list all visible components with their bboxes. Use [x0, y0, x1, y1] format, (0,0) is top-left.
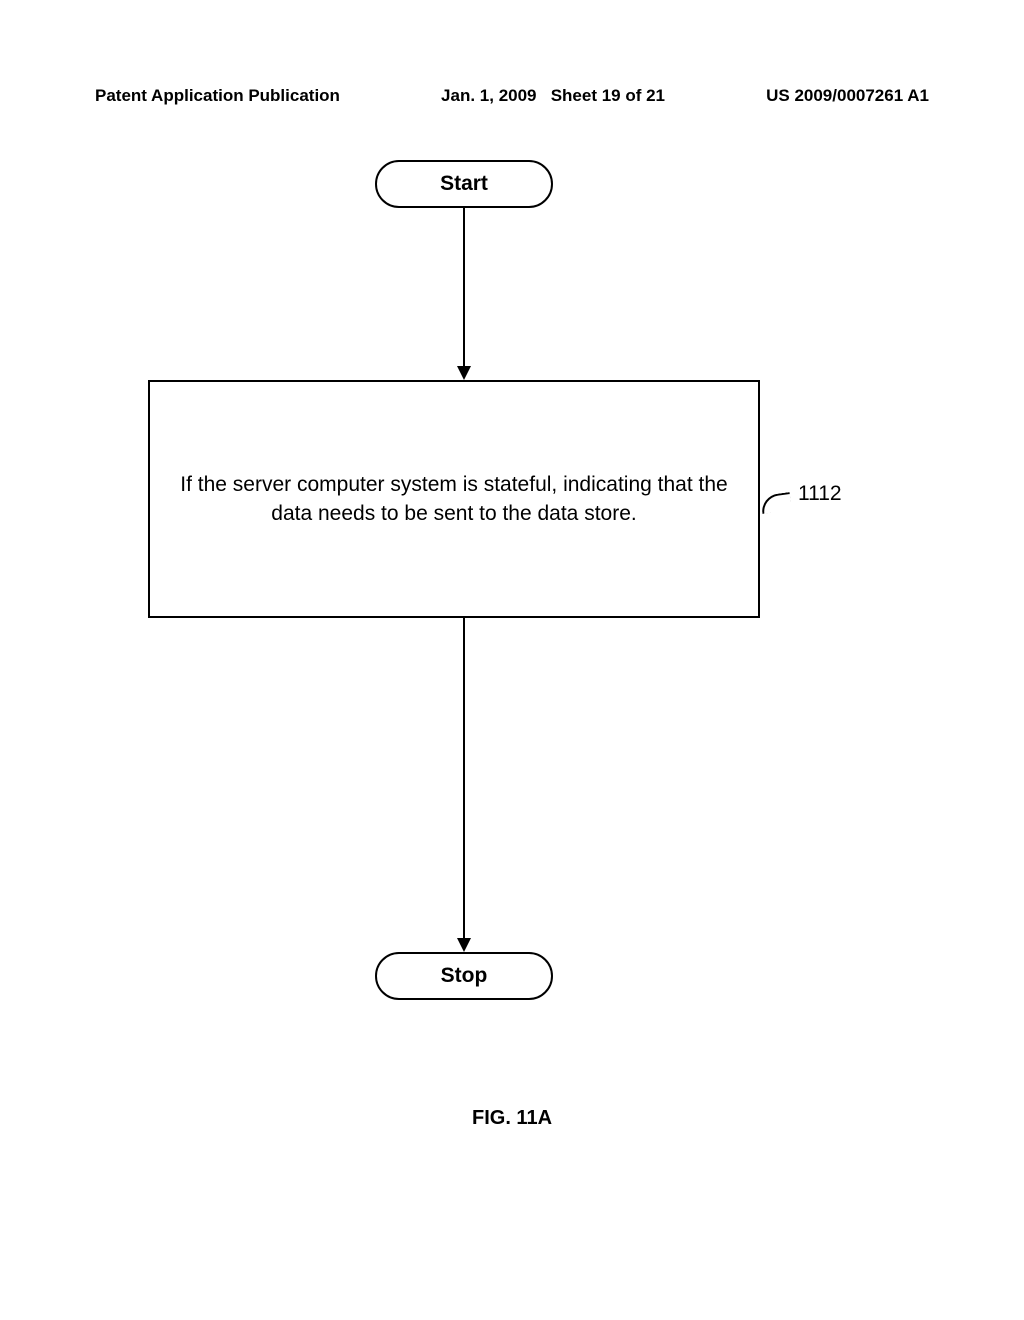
arrow-line-1: [463, 208, 465, 366]
header-sheet: Sheet 19 of 21: [551, 86, 665, 105]
header-date: Jan. 1, 2009: [441, 86, 536, 105]
flowchart-start-terminal: Start: [375, 160, 553, 208]
page-header: Patent Application Publication Jan. 1, 2…: [0, 86, 1024, 106]
flowchart-stop-terminal: Stop: [375, 952, 553, 1000]
header-pubnum: US 2009/0007261 A1: [766, 86, 929, 106]
ref-number-label: 1112: [798, 482, 842, 506]
arrow-head-1: [457, 366, 471, 380]
flowchart-diagram: Start If the server computer system is s…: [0, 155, 1024, 1055]
arrow-line-2: [463, 618, 465, 938]
stop-label: Stop: [441, 964, 488, 988]
process-text: If the server computer system is statefu…: [178, 470, 730, 529]
flowchart-process-box: If the server computer system is statefu…: [148, 380, 760, 618]
ref-connector-line: [760, 492, 792, 514]
figure-label: FIG. 11A: [0, 1107, 1024, 1130]
header-publication: Patent Application Publication: [95, 86, 340, 106]
header-date-sheet: Jan. 1, 2009 Sheet 19 of 21: [441, 86, 665, 106]
start-label: Start: [440, 172, 488, 196]
arrow-head-2: [457, 938, 471, 952]
